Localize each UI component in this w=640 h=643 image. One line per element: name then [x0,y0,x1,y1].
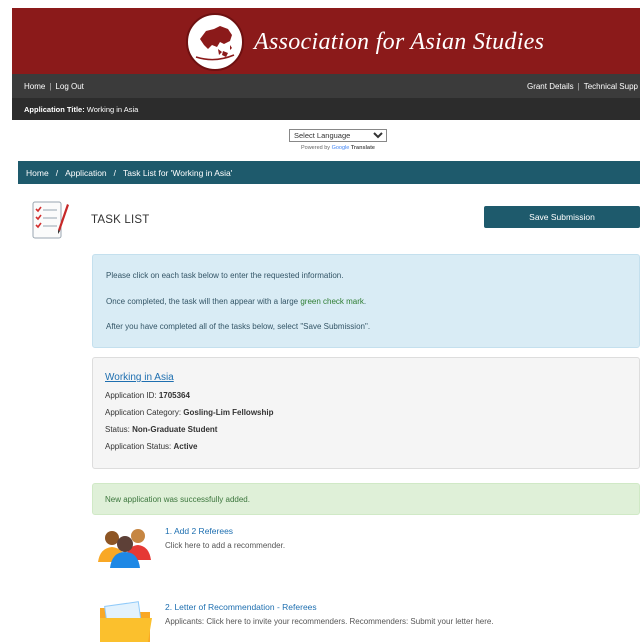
instruction-line-2: Once completed, the task will then appea… [106,297,367,306]
task-item-add-referees[interactable]: 1. Add 2 Referees Click here to add a re… [92,522,640,568]
breadcrumb-application[interactable]: Application [65,168,107,178]
breadcrumb-home[interactable]: Home [26,168,49,178]
application-title-value: Working in Asia [86,105,139,114]
task-description: Click here to add a recommender. [165,541,286,550]
application-id: Application ID: 1705364 [105,391,190,400]
task-title[interactable]: 2. Letter of Recommendation - Referees [165,602,317,612]
task-list-icon [30,198,70,242]
nav-home-link[interactable]: Home [24,82,45,91]
language-selector: Select Language Powered by Google Transl… [289,125,387,151]
powered-by-google: Powered by Google Translate [300,145,375,151]
people-group-icon [92,522,162,568]
folder-icon [92,598,162,643]
nav-separator: | [577,82,580,91]
application-status: Application Status: Active [105,442,198,451]
save-submission-button[interactable]: Save Submission [484,206,640,228]
nav-technical-support-link[interactable]: Technical Supp [584,82,638,91]
task-description: Applicants: Click here to invite your re… [165,617,494,626]
nav-logout-link[interactable]: Log Out [55,82,83,91]
application-name-link[interactable]: Working in Asia [105,372,174,383]
asia-map-logo-icon [186,13,244,71]
nav-separator: | [49,82,52,91]
application-title-label: Application Title: [24,105,85,114]
success-message: New application was successfully added. [105,495,250,504]
language-select[interactable]: Select Language [289,129,387,142]
top-nav: Home | Log Out Grant Details | Technical Sup… [12,74,640,98]
application-category: Application Category: Gosling-Lim Fellow… [105,408,274,417]
application-details-panel: Working in Asia Application ID: 1705364 … [92,357,640,469]
application-status-type: Status: Non-Graduate Student [105,425,218,434]
instruction-line-3: After you have completed all of the task… [106,322,371,331]
instructions-panel: Please click on each task below to enter… [92,254,640,348]
site-banner: Association for Asian Studies [12,8,640,74]
org-name: Association for Asian Studies [254,28,545,55]
task-item-letter-of-recommendation[interactable]: 2. Letter of Recommendation - Referees A… [92,598,640,642]
task-title[interactable]: 1. Add 2 Referees [165,526,233,536]
page-title: TASK LIST [91,214,150,226]
success-alert: New application was successfully added. [92,483,640,515]
nav-grant-details-link[interactable]: Grant Details [527,82,574,91]
instruction-line-1: Please click on each task below to enter… [106,271,344,280]
breadcrumb-current: Task List for 'Working in Asia' [123,168,233,178]
site-logo[interactable]: Association for Asian Studies [186,13,544,71]
application-title-bar: Application Title: Working in Asia [12,98,640,120]
breadcrumb: Home / Application / Task List for 'Working … [18,161,640,184]
